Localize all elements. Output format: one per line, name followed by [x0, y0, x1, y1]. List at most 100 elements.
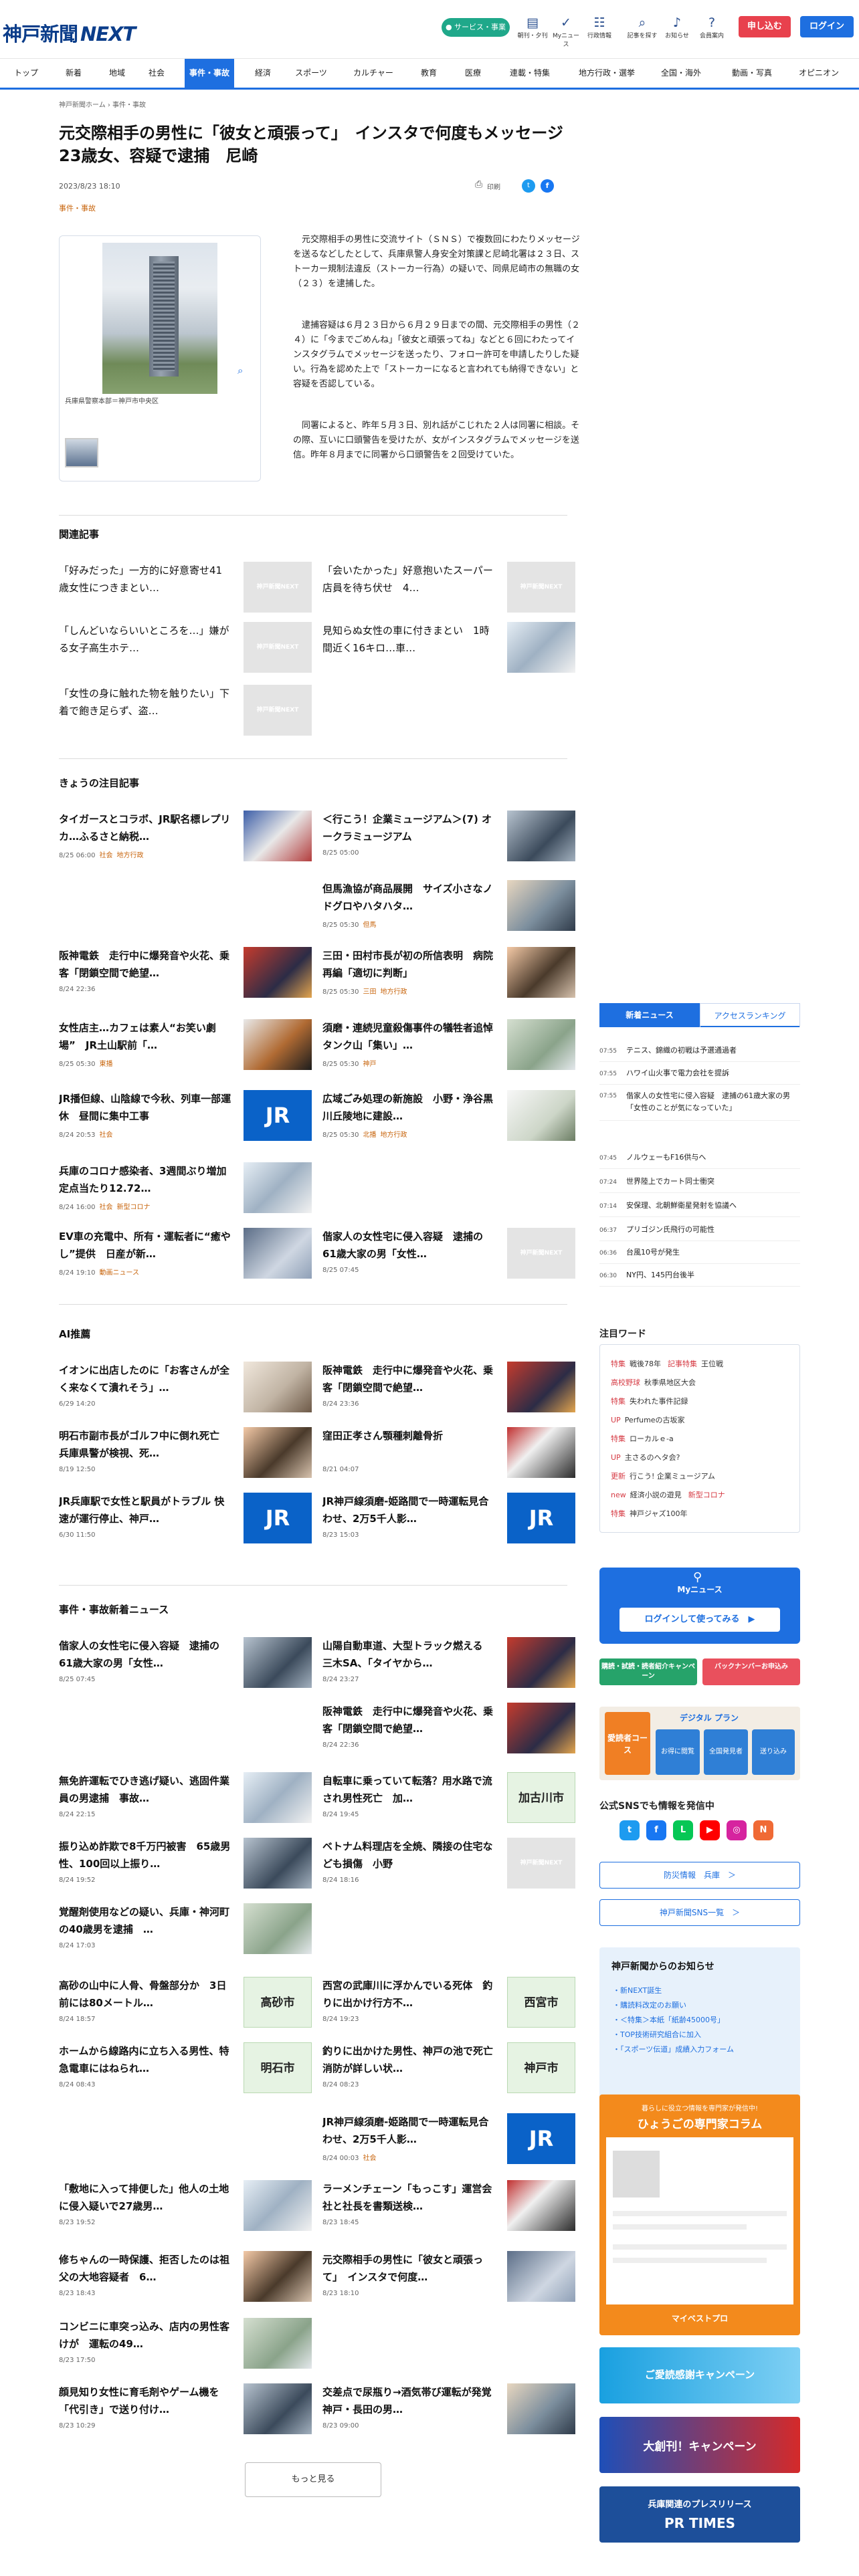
tab-new-news[interactable]: 新着ニュース [599, 1003, 700, 1027]
keyword-item[interactable]: UP Perfumeの古坂家 [611, 1414, 685, 1425]
latest-item[interactable]: コンビニに車突っ込み、店内の男性客けが 運転の49… 8/23 17:50 [59, 2318, 312, 2379]
nav-incident[interactable]: 事件・事故 [185, 59, 234, 88]
tag[interactable]: 但馬 [363, 922, 376, 929]
notice-link[interactable]: ・新NEXT誕生 [613, 1985, 662, 1996]
latest-item[interactable]: ラーメンチェーン「もっこす」運営会社と社長を書類送検… 8/23 18:45 [322, 2180, 575, 2242]
tag[interactable]: 地方行政 [380, 988, 407, 996]
tag[interactable]: 社会 [99, 1132, 112, 1139]
sidebar-news-item[interactable]: 07:55 ハワイ山火事で電力会社を提訴 [599, 1063, 800, 1085]
campaign-banner[interactable]: 購読・試読・読者紹介キャンペーン [599, 1658, 697, 1685]
related-item[interactable]: 「女性の身に触れた物を触りたい」下着で飽き足らず、盗… 神戸新聞NEXT [59, 685, 312, 746]
sns-list-button[interactable]: 神戸新聞SNS一覧 ＞ [599, 1899, 800, 1926]
latest-item[interactable]: ホームから線路内に立ち入る男性、特急電車にはねられ… 8/24 08:43 明石市 [59, 2042, 312, 2104]
featured-item[interactable]: 阪神電鉄 走行中に爆発音や火花、乗客「閉鎖空間で絶望… 8/24 22:36 [59, 947, 312, 1008]
related-item[interactable]: 見知らぬ女性の車に付きまとい 1時間近く16キロ…車… [322, 622, 575, 683]
notice-link[interactable]: ・「スポーツ伝道」成績入力フォーム [613, 2044, 734, 2054]
ai-item[interactable]: イオンに出店したのに「お客さんが全く来なくて潰れそう」… 6/29 14:20 [59, 1362, 312, 1423]
admin-icon-button[interactable]: ☷ 行政情報 [583, 15, 615, 39]
sidebar-news-item[interactable]: 06:36 台風10号が発生 [599, 1243, 800, 1264]
related-item[interactable]: 「しんどいならいいところを…」嫌がる女子高生ホテ… 神戸新聞NEXT [59, 622, 312, 683]
plan-reader[interactable]: 愛読者コース [605, 1712, 650, 1775]
nav-economy[interactable]: 経済 [246, 59, 280, 88]
nav-opinion[interactable]: オピニオン [791, 59, 847, 88]
facebook-icon[interactable]: f [646, 1820, 666, 1840]
latest-item[interactable]: 無免許運転でひき逃げ疑い、逃固件業員の男逮捕 事故… 8/24 22:15 [59, 1772, 312, 1834]
nav-sports[interactable]: スポーツ [288, 59, 335, 88]
notice-link[interactable]: ・TOP技術研究組合に加入 [613, 2029, 701, 2040]
service-button[interactable]: ● サービス・事業 [442, 18, 510, 37]
nav-new[interactable]: 新着 [59, 59, 88, 88]
backnumber-banner[interactable]: バックナンバーお申込み [702, 1658, 800, 1685]
tag[interactable]: 東播 [99, 1061, 112, 1068]
ai-item[interactable]: 明石市副市長がゴルフ中に倒れ死亡 兵庫県警が検視、死… 8/19 12:50 [59, 1427, 312, 1489]
twitter-icon[interactable]: t [619, 1820, 640, 1840]
latest-item[interactable]: 交差点で尿瓶り→酒気帯び運転が発覚 神戸・長田の男… 8/23 09:00 [322, 2383, 575, 2445]
latest-item[interactable]: 「敷地に入って排便した」他人の土地に侵入疑いで27歳男… 8/23 19:52 [59, 2180, 312, 2242]
line-icon[interactable]: L [673, 1820, 693, 1840]
featured-item[interactable]: 三田・田村市長が初の所信表明 病院再編「適切に判断」 8/25 05:30 三田 地方… [322, 947, 575, 1008]
paper-icon-button[interactable]: ▤ 朝刊・夕刊 [516, 15, 549, 39]
featured-item[interactable]: JR播但線、山陰線で今秋、列車一部運休 昼間に集中工事 8/24 20:53 社会 J… [59, 1090, 312, 1152]
latest-item[interactable]: 山陽自動車道、大型トラック燃える 三木SA、「タイヤから… 8/24 23:27 [322, 1637, 575, 1699]
notice-link[interactable]: ・＜特集＞本紙「紙齢45000号」 [613, 2014, 725, 2025]
latest-item[interactable]: 阪神電鉄 走行中に爆発音や火花、乗客「閉鎖空間で絶望… 8/24 22:36 [322, 1703, 575, 1764]
tag[interactable]: 動画ニュース [99, 1269, 139, 1277]
instagram-icon[interactable]: ◎ [727, 1820, 747, 1840]
tag[interactable]: 地方行政 [116, 852, 143, 859]
photo-thumbnail[interactable] [65, 438, 98, 467]
related-item[interactable]: 「好みだった」一方的に好意寄せ41歳女性につきまとい… 神戸新聞NEXT [59, 562, 312, 623]
ai-item[interactable]: JR兵庫駅で女性と駅員がトラブル 快速が運行停止、神戸… 6/30 11:50 JR [59, 1493, 312, 1554]
breadcrumb[interactable]: 神戸新聞ホーム › 事件・事故 [59, 99, 146, 109]
sidebar-news-item[interactable]: 07:45 ノルウェーもF16供与へ [599, 1148, 800, 1169]
latest-item[interactable]: JR神戸線須磨-姫路間で一時運転見合わせ、2万5千人影… 8/24 00:03 社会… [322, 2113, 575, 2175]
zoom-icon[interactable]: ⌕ [237, 364, 243, 377]
tag[interactable]: 地方行政 [380, 1132, 407, 1139]
latest-item[interactable]: 振り込め詐欺で8千万円被害 65歳男性、100回以上振り… 8/24 19:52 [59, 1838, 312, 1899]
disaster-info-button[interactable]: 防災情報 兵庫 ＞ [599, 1862, 800, 1889]
ai-item[interactable]: 阪神電鉄 走行中に爆発音や火花、乗客「閉鎖空間で絶望… 8/24 23:36 [322, 1362, 575, 1423]
print-label[interactable]: 印刷 [487, 181, 500, 191]
mynews-icon-button[interactable]: ✓ Myニュース [550, 15, 582, 48]
press-release-ad[interactable]: 兵庫関連のプレスリリース PR TIMES [599, 2486, 800, 2543]
thanks-campaign-ad[interactable]: ご愛読感謝キャンペーン [599, 2347, 800, 2403]
sidebar-news-item[interactable]: 06:30 NY円、145円台後半 [599, 1265, 800, 1287]
site-logo[interactable]: 神戸新聞 NEXT [3, 19, 136, 47]
nav-culture[interactable]: カルチャー [347, 59, 400, 88]
facebook-share-icon[interactable]: f [541, 179, 554, 193]
nav-top[interactable]: トップ [9, 59, 43, 88]
keyword-item[interactable]: 特集 ローカルｅ-a [611, 1433, 674, 1444]
keyword-item[interactable]: 高校野球 秋季県地区大会 [611, 1377, 696, 1388]
keyword-item[interactable]: 特集 戦後78年 記事特集 王位戦 [611, 1358, 723, 1369]
tag[interactable]: 新型コロナ [116, 1204, 150, 1211]
keyword-item[interactable]: 特集 神戸ジャズ100年 [611, 1508, 687, 1519]
print-icon[interactable]: ⎙ [475, 179, 482, 190]
latest-item[interactable]: ベトナム料理店を全焼、隣接の住宅なども損傷 小野 8/24 18:16 神戸新聞NE… [322, 1838, 575, 1899]
tag[interactable]: 社会 [99, 852, 112, 859]
featured-item[interactable]: 但馬漁協が商品展開 サイズ小さなノドグロやハタハタ… 8/25 05:30 但馬 [322, 880, 575, 942]
mynews-login-button[interactable]: ログインして使ってみる ▶ [619, 1608, 780, 1632]
subscribe-button[interactable]: 申し込む [739, 16, 791, 37]
latest-item[interactable]: 修ちゃんの一時保護、拒否したのは祖父の大地容疑者 6… 8/23 18:43 [59, 2251, 312, 2313]
help-icon-button[interactable]: ? 会員案内 [696, 15, 728, 39]
twitter-share-icon[interactable]: t [522, 179, 535, 193]
keyword-item[interactable]: new 経済小説の遊見 新型コロナ [611, 1489, 725, 1500]
latest-item[interactable]: 西宮の武庫川に浮かんでいる死体 釣りに出かけ行方不… 8/24 19:23 西宮市 [322, 1977, 575, 2038]
youtube-icon[interactable]: ▶ [700, 1820, 720, 1840]
notice-link[interactable]: ・購読料改定のお願い [613, 2000, 686, 2010]
tag[interactable]: 社会 [363, 2155, 376, 2162]
sidebar-news-item[interactable]: 07:55 テニス、錦織の初戦は予選通過者 [599, 1041, 800, 1062]
sidebar-news-item[interactable]: 06:37 プリゴジン氏飛行の可能性 [599, 1220, 800, 1241]
tag[interactable]: 神戸 [363, 1061, 376, 1068]
tag[interactable]: 三田 [363, 988, 376, 996]
nav-region[interactable]: 地域 [100, 59, 134, 88]
latest-item[interactable]: 覚醒剤使用などの疑い、兵庫・神河町の40歳男を逮捕 … 8/24 17:03 [59, 1903, 312, 1965]
notice-icon-button[interactable]: ♪ お知らせ [661, 15, 693, 39]
nav-local-gov[interactable]: 地方行政・選挙 [570, 59, 644, 88]
latest-item[interactable]: 元交際相手の男性に「彼女と頑張って」 インスタで何度… 8/23 18:10 [322, 2251, 575, 2313]
launch-campaign-ad[interactable]: 大創刊！キャンペーン [599, 2417, 800, 2473]
latest-item[interactable]: 顔見知り女性に育毛剤やゲーム機を「代引き」で送り付け… 8/23 10:29 [59, 2383, 312, 2445]
ai-item[interactable]: JR神戸線須磨-姫路間で一時運転見合わせ、2万5千人影… 8/23 15:03 JR [322, 1493, 575, 1554]
tab-ranking[interactable]: アクセスランキング [700, 1003, 800, 1027]
search-icon-button[interactable]: ⌕ 記事を探す [626, 15, 658, 39]
tag[interactable]: 社会 [99, 1204, 112, 1211]
